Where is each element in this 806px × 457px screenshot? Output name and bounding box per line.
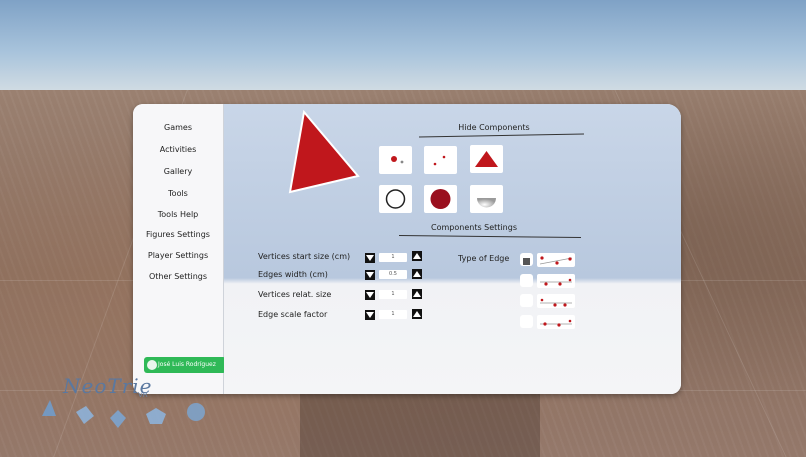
edge-line-icon <box>540 319 572 327</box>
edges-width-increase-button[interactable] <box>412 269 422 279</box>
sphere-icon <box>477 198 496 208</box>
edges-width-value: 0.5 <box>379 270 407 279</box>
vertices-start-size-label: Vertices start size (cm) <box>258 252 351 261</box>
vertices-start-size-increase-button[interactable] <box>412 251 422 261</box>
vertices-start-size-value: 1 <box>379 253 407 262</box>
type-of-edge-label: Type of Edge <box>458 254 510 263</box>
vertices-relat-size-decrease-button[interactable] <box>365 290 375 300</box>
edge-type-sample-3[interactable] <box>537 294 575 308</box>
toggle-sphere-tile[interactable] <box>470 185 503 213</box>
vertices-relat-size-increase-button[interactable] <box>412 289 422 299</box>
arrow-up-icon <box>413 253 421 259</box>
sidebar-item-activities[interactable]: Activities <box>133 145 223 154</box>
user-name: José Luis Rodríguez <box>158 361 216 368</box>
arrow-up-icon <box>413 271 421 277</box>
sidebar-item-tools[interactable]: Tools <box>133 189 223 198</box>
components-settings-title: Components Settings <box>431 223 517 232</box>
circle-outline-icon <box>385 189 406 209</box>
edge-type-checkbox-2[interactable] <box>520 274 533 287</box>
divider <box>398 235 582 238</box>
toggle-points-tile[interactable] <box>424 146 457 174</box>
toggle-faces-tile[interactable] <box>470 145 503 173</box>
checkbox-checked-icon <box>523 258 530 265</box>
arrow-down-icon <box>366 255 374 261</box>
edge-scale-factor-decrease-button[interactable] <box>365 310 375 320</box>
edge-line-icon <box>539 256 573 265</box>
edge-type-sample-4[interactable] <box>537 315 575 329</box>
filled-circle-icon <box>430 189 451 209</box>
divider <box>419 133 584 138</box>
points-icon <box>433 155 446 166</box>
arrow-down-icon <box>366 292 374 298</box>
vertices-icon <box>391 156 404 164</box>
sidebar-item-games[interactable]: Games <box>133 123 223 132</box>
arrow-down-icon <box>366 312 374 318</box>
arrow-up-icon <box>413 311 421 317</box>
edge-type-checkbox-4[interactable] <box>520 315 533 328</box>
logo-sub: VR <box>138 391 148 399</box>
edge-line-icon <box>540 298 572 307</box>
sidebar: Games Activities Gallery Tools Tools Hel… <box>133 104 226 394</box>
toggle-vertices-tile[interactable] <box>379 146 412 174</box>
avatar <box>147 360 157 370</box>
vr-pointer-triangle <box>288 109 360 194</box>
hide-components-title: Hide Components <box>458 123 530 132</box>
arrow-down-icon <box>366 272 374 278</box>
edge-type-sample-2[interactable] <box>537 274 575 288</box>
sky <box>0 0 806 96</box>
toggle-outline-tile[interactable] <box>379 185 412 213</box>
edge-line-icon <box>540 278 572 286</box>
edge-type-checkbox-3[interactable] <box>520 294 533 307</box>
vr-menu-panel: Games Activities Gallery Tools Tools Hel… <box>133 104 681 394</box>
vertices-relat-size-label: Vertices relat. size <box>258 290 332 299</box>
arrow-up-icon <box>413 291 421 297</box>
edge-scale-factor-label: Edge scale factor <box>258 310 328 319</box>
sidebar-item-other-settings[interactable]: Other Settings <box>133 272 223 281</box>
edges-width-label: Edges width (cm) <box>258 270 328 279</box>
sidebar-item-gallery[interactable]: Gallery <box>133 167 223 176</box>
vertices-relat-size-value: 1 <box>379 290 407 299</box>
sidebar-item-tools-help[interactable]: Tools Help <box>133 210 223 219</box>
triangle-icon <box>475 151 498 167</box>
user-badge[interactable]: José Luis Rodríguez <box>144 357 226 373</box>
edge-scale-factor-value: 1 <box>379 310 407 319</box>
vertices-start-size-decrease-button[interactable] <box>365 253 375 263</box>
sidebar-item-player-settings[interactable]: Player Settings <box>133 251 223 260</box>
sidebar-item-figures-settings[interactable]: Figures Settings <box>133 230 223 239</box>
edges-width-decrease-button[interactable] <box>365 270 375 280</box>
edge-type-sample-1[interactable] <box>537 253 575 267</box>
edge-type-checkbox-1[interactable] <box>520 253 533 266</box>
edge-scale-factor-increase-button[interactable] <box>412 309 422 319</box>
toggle-fill-tile[interactable] <box>424 185 457 213</box>
